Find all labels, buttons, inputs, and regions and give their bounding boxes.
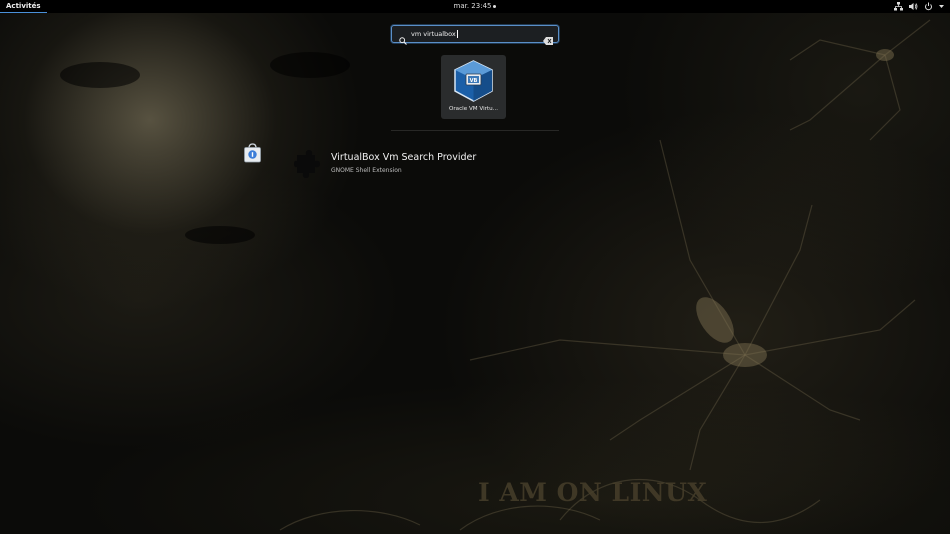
- clear-icon[interactable]: [543, 30, 553, 49]
- system-tray[interactable]: [894, 1, 944, 12]
- app-result-label: Oracle VM Virtu...: [448, 106, 499, 112]
- virtualbox-icon: VB: [453, 59, 494, 107]
- power-icon[interactable]: [924, 2, 933, 11]
- chevron-down-icon[interactable]: [939, 2, 944, 11]
- results-separator: [391, 130, 559, 131]
- provider-result-subtitle: GNOME Shell Extension: [331, 167, 402, 174]
- search-icon: [399, 30, 407, 49]
- puzzle-extension-icon: [294, 150, 324, 182]
- wallpaper-text: I AM ON LINUX: [478, 478, 708, 507]
- provider-result-title[interactable]: VirtualBox Vm Search Provider: [331, 152, 476, 163]
- clock-label: mar. 23:45: [453, 2, 492, 10]
- app-result-virtualbox[interactable]: VB Oracle VM Virtu...: [441, 55, 506, 119]
- top-bar: Activités mar. 23:45: [0, 0, 950, 13]
- clock[interactable]: mar. 23:45: [0, 0, 950, 13]
- search-query: vm virtualbox: [411, 30, 458, 38]
- network-icon[interactable]: [894, 2, 903, 11]
- notification-dot-icon: [493, 4, 497, 8]
- software-store-icon[interactable]: [243, 143, 262, 167]
- search-input[interactable]: vm virtualbox: [391, 25, 559, 45]
- svg-text:VB: VB: [470, 78, 478, 84]
- volume-icon[interactable]: [909, 2, 918, 11]
